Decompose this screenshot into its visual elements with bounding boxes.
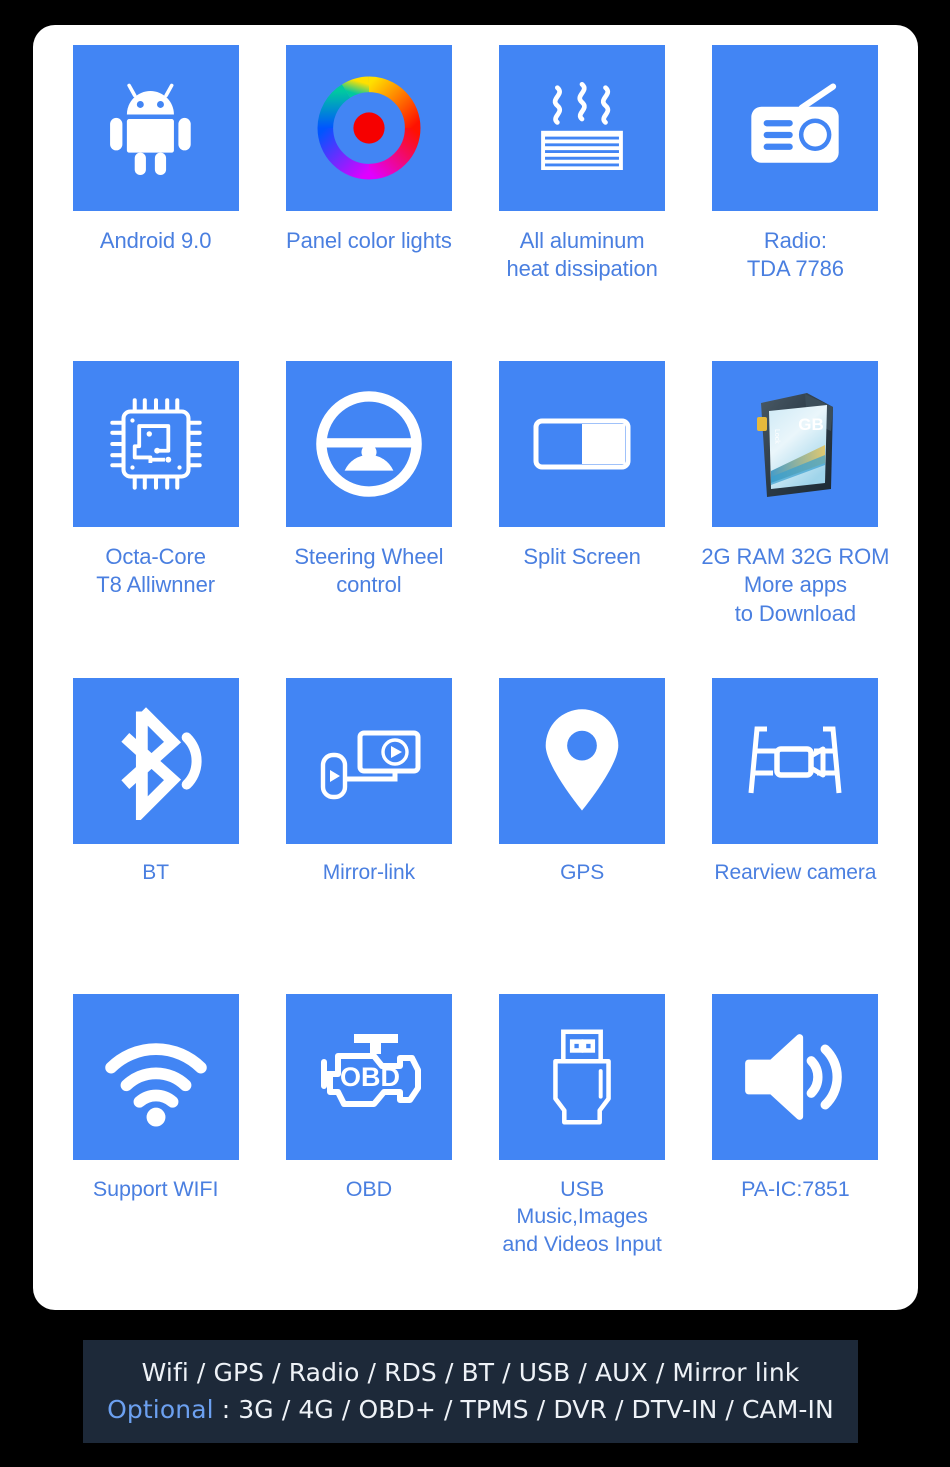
feature-label: Panel color lights — [286, 227, 452, 255]
feature-label: GPS — [560, 860, 604, 887]
feature-label: Steering Wheel control — [294, 543, 443, 599]
feature-row: Octa-Core T8 Alliwnner St — [49, 361, 902, 677]
svg-text:OBD: OBD — [340, 1062, 400, 1092]
feature-tile — [73, 994, 239, 1160]
spec-banner: Wifi / GPS / Radio / RDS / BT / USB / AU… — [83, 1340, 858, 1443]
feature-cell-usb[interactable]: USB Music,Images and Videos Input — [476, 994, 689, 1310]
feature-cell-steering-wheel[interactable]: Steering Wheel control — [262, 361, 475, 677]
feature-cell-gps[interactable]: GPS — [476, 678, 689, 994]
feature-cell-panel-lights[interactable]: Panel color lights — [262, 45, 475, 361]
feature-tile — [499, 678, 665, 844]
svg-text:GB: GB — [799, 415, 825, 434]
bluetooth-icon — [97, 702, 215, 820]
feature-cell-amplifier[interactable]: PA-IC:7851 — [689, 994, 902, 1310]
color-wheel-icon — [317, 76, 421, 180]
optional-label: Optional — [107, 1395, 214, 1424]
feature-card: Android 9.0 — [33, 25, 918, 1310]
feature-tile — [73, 678, 239, 844]
speaker-icon — [737, 1019, 853, 1135]
feature-label: OBD — [346, 1176, 392, 1204]
feature-cell-split-screen[interactable]: Split Screen — [476, 361, 689, 677]
feature-label: Radio: TDA 7786 — [747, 227, 844, 283]
svg-text:Lock: Lock — [773, 429, 780, 444]
gps-pin-icon — [527, 706, 637, 816]
feature-tile: OBD — [286, 994, 452, 1160]
feature-tile — [286, 361, 452, 527]
feature-label: All aluminum heat dissipation — [506, 227, 657, 283]
android-robot-icon — [100, 72, 212, 184]
feature-cell-obd[interactable]: OBD OBD — [262, 994, 475, 1310]
feature-cell-android[interactable]: Android 9.0 — [49, 45, 262, 361]
feature-cell-wifi[interactable]: Support WIFI — [49, 994, 262, 1310]
feature-tile — [499, 45, 665, 211]
spec-banner-line-optional: Optional : 3G / 4G / OBD+ / TPMS / DVR /… — [107, 1392, 834, 1428]
spec-banner-line-standard: Wifi / GPS / Radio / RDS / BT / USB / AU… — [142, 1355, 800, 1391]
feature-tile: GB Lock — [712, 361, 878, 527]
sd-card-icon: GB Lock — [745, 385, 845, 503]
feature-label: Split Screen — [523, 543, 640, 571]
feature-label: BT — [142, 860, 169, 887]
optional-items: 3G / 4G / OBD+ / TPMS / DVR / DTV-IN / C… — [238, 1395, 834, 1424]
feature-tile — [286, 45, 452, 211]
feature-cell-bluetooth[interactable]: BT — [49, 678, 262, 994]
feature-cell-radio[interactable]: Radio: TDA 7786 — [689, 45, 902, 361]
feature-tile — [286, 678, 452, 844]
feature-label: USB Music,Images and Videos Input — [502, 1176, 661, 1259]
cpu-chip-icon — [100, 388, 212, 500]
feature-row: Support WIFI OBD — [49, 994, 902, 1310]
feature-label: Mirror-link — [323, 860, 415, 887]
feature-tile — [712, 45, 878, 211]
radio-icon — [739, 72, 851, 184]
steering-wheel-icon — [311, 386, 427, 502]
feature-cell-heat-dissipation[interactable]: All aluminum heat dissipation — [476, 45, 689, 361]
optional-separator: : — [214, 1395, 239, 1424]
feature-tile — [712, 994, 878, 1160]
page-root: Android 9.0 — [0, 0, 950, 1467]
feature-label: Octa-Core T8 Alliwnner — [96, 543, 215, 599]
feature-cell-rearview-camera[interactable]: Rearview camera — [689, 678, 902, 994]
obd-engine-icon: OBD — [308, 1016, 430, 1138]
feature-tile — [712, 678, 878, 844]
usb-drive-icon — [523, 1018, 641, 1136]
feature-row: BT — [49, 678, 902, 994]
feature-cell-mirror-link[interactable]: Mirror-link — [262, 678, 475, 994]
feature-label: 2G RAM 32G ROM More apps to Download — [701, 543, 889, 627]
feature-label: Support WIFI — [93, 1176, 218, 1204]
split-screen-icon — [522, 384, 642, 504]
mirror-link-icon — [309, 701, 429, 821]
feature-tile — [499, 994, 665, 1160]
feature-row: Android 9.0 — [49, 45, 902, 361]
feature-label: Rearview camera — [714, 860, 876, 887]
heatsink-icon — [526, 72, 638, 184]
feature-cell-cpu[interactable]: Octa-Core T8 Alliwnner — [49, 361, 262, 677]
feature-tile — [499, 361, 665, 527]
feature-tile — [73, 45, 239, 211]
wifi-icon — [97, 1018, 215, 1136]
feature-label: Android 9.0 — [100, 227, 211, 255]
feature-label: PA-IC:7851 — [741, 1176, 850, 1204]
feature-grid: Android 9.0 — [33, 25, 918, 1310]
rearview-camera-icon — [735, 701, 855, 821]
feature-cell-storage[interactable]: GB Lock 2G RAM 32G ROM More apps to Down… — [689, 361, 902, 677]
feature-tile — [73, 361, 239, 527]
